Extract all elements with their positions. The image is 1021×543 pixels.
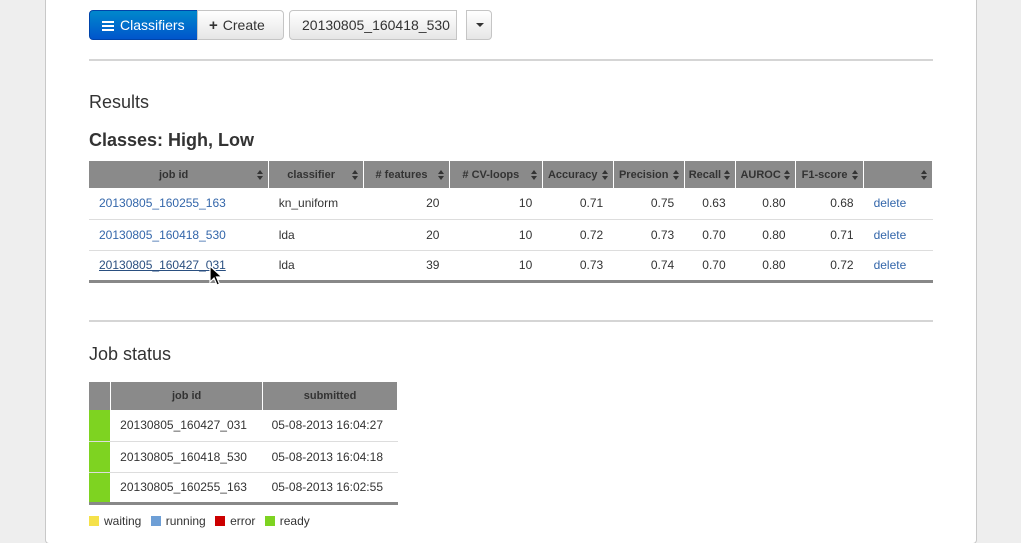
job-selector-button[interactable]: 20130805_160418_530	[289, 10, 457, 40]
col-header-status	[89, 382, 112, 410]
submitted-cell: 05-08-2013 16:02:55	[271, 480, 383, 494]
chevron-down-icon	[476, 23, 484, 27]
legend-item-running: running	[150, 514, 206, 528]
col-header-job-id: job id	[110, 382, 264, 410]
list-icon	[102, 21, 114, 31]
cv-loops-cell: 10	[518, 258, 533, 272]
status-indicator-ready	[89, 441, 112, 473]
sort-icon	[672, 170, 680, 180]
results-header-row: job id classifier # features # CV-loops …	[89, 161, 933, 188]
submitted-cell: 05-08-2013 16:04:18	[262, 441, 398, 473]
features-cell: 20	[363, 188, 450, 220]
col-header-precision[interactable]: Precision	[613, 161, 685, 188]
cv-loops-cell: 10	[449, 219, 543, 251]
sort-icon	[852, 170, 859, 180]
col-header-job-id[interactable]: job id	[89, 161, 270, 188]
accuracy-cell: 0.72	[542, 219, 614, 251]
table-row: 20130805_160427_031 05-08-2013 16:04:27	[89, 410, 398, 442]
col-header-cv-loops[interactable]: # CV-loops	[449, 161, 543, 188]
features-cell: 20	[363, 219, 450, 251]
recall-cell: 0.70	[684, 219, 736, 251]
job-status-heading: Job status	[89, 344, 172, 364]
sort-icon	[530, 170, 538, 180]
recall-cell: 0.63	[684, 188, 736, 220]
col-header-classifier[interactable]: classifier	[268, 161, 365, 188]
legend-item-waiting: waiting	[89, 514, 141, 528]
sort-icon	[257, 170, 264, 180]
col-header-submitted: submitted	[262, 382, 398, 410]
legend-swatch-running	[150, 516, 161, 526]
sort-icon	[724, 170, 731, 180]
auroc-cell: 0.80	[735, 188, 796, 220]
precision-cell: 0.73	[613, 219, 685, 251]
accuracy-cell: 0.71	[542, 188, 614, 220]
divider	[89, 320, 933, 322]
create-button[interactable]: + Create	[197, 10, 284, 40]
classifiers-label: Classifiers	[120, 17, 185, 33]
legend-item-error: error	[215, 514, 255, 528]
job-id-link[interactable]: 20130805_160255_163	[99, 196, 226, 210]
job-id-link[interactable]: 20130805_160418_530	[99, 228, 226, 242]
table-row: 20130805_160255_163 kn_uniform 20 10 0.7…	[89, 188, 933, 220]
job-id-cell: 20130805_160418_530	[110, 441, 263, 473]
col-header-auroc[interactable]: AUROC	[735, 161, 797, 188]
create-label: Create	[222, 17, 265, 33]
status-indicator-ready	[89, 472, 112, 503]
legend-swatch-error	[215, 516, 226, 526]
sort-icon	[437, 170, 445, 180]
col-header-accuracy[interactable]: Accuracy	[542, 161, 614, 188]
f1-cell: 0.71	[795, 219, 864, 251]
col-header-actions[interactable]	[863, 161, 933, 188]
accuracy-cell: 0.73	[579, 258, 604, 272]
job-id-cell: 20130805_160427_031	[110, 410, 263, 442]
delete-link[interactable]: delete	[874, 196, 907, 210]
precision-cell: 0.74	[650, 258, 675, 272]
job-status-header-row: job id submitted	[89, 382, 398, 410]
col-header-features[interactable]: # features	[363, 161, 450, 188]
job-selector-dropdown-toggle[interactable]	[466, 10, 492, 40]
sort-icon	[921, 170, 928, 180]
table-row: 20130805_160418_530 05-08-2013 16:04:18	[89, 441, 398, 473]
sort-icon	[352, 170, 359, 180]
auroc-cell: 0.80	[735, 219, 796, 251]
job-id-cell: 20130805_160255_163	[120, 480, 247, 494]
classifier-cell: lda	[278, 258, 295, 272]
col-header-recall[interactable]: Recall	[684, 161, 737, 188]
status-legend: waiting running error ready	[89, 514, 316, 528]
job-id-link[interactable]: 20130805_160427_031	[99, 258, 226, 272]
status-indicator-ready	[89, 410, 112, 442]
precision-cell: 0.75	[613, 188, 685, 220]
mouse-cursor-icon	[209, 265, 223, 286]
f1-cell: 0.68	[795, 188, 864, 220]
table-row: 20130805_160255_163 05-08-2013 16:02:55	[89, 472, 398, 503]
recall-cell: 0.70	[702, 258, 726, 272]
divider	[89, 59, 933, 61]
classifiers-button[interactable]: Classifiers	[89, 10, 198, 40]
classes-heading: Classes: High, Low	[89, 130, 255, 150]
legend-swatch-waiting	[89, 516, 99, 526]
job-status-table: job id submitted 20130805_160427_031 05-…	[89, 382, 398, 505]
auroc-cell: 0.80	[762, 258, 786, 272]
cv-loops-cell: 10	[449, 188, 543, 220]
delete-link[interactable]: delete	[874, 228, 907, 242]
col-header-f1-score[interactable]: F1-score	[795, 161, 865, 188]
classifier-cell: lda	[268, 219, 364, 251]
legend-swatch-ready	[264, 516, 275, 526]
job-selector-value: 20130805_160418_530	[302, 17, 450, 33]
sort-icon	[784, 170, 791, 180]
plus-icon: +	[209, 17, 218, 34]
features-cell: 39	[426, 258, 440, 272]
delete-link[interactable]: delete	[874, 258, 907, 272]
submitted-cell: 05-08-2013 16:04:27	[262, 410, 398, 442]
legend-item-ready: ready	[264, 514, 310, 528]
table-row: 20130805_160418_530 lda 20 10 0.72 0.73 …	[89, 219, 933, 251]
classifier-cell: kn_uniform	[268, 188, 364, 220]
results-heading: Results	[89, 92, 150, 112]
sort-icon	[601, 170, 609, 180]
f1-cell: 0.72	[830, 258, 854, 272]
